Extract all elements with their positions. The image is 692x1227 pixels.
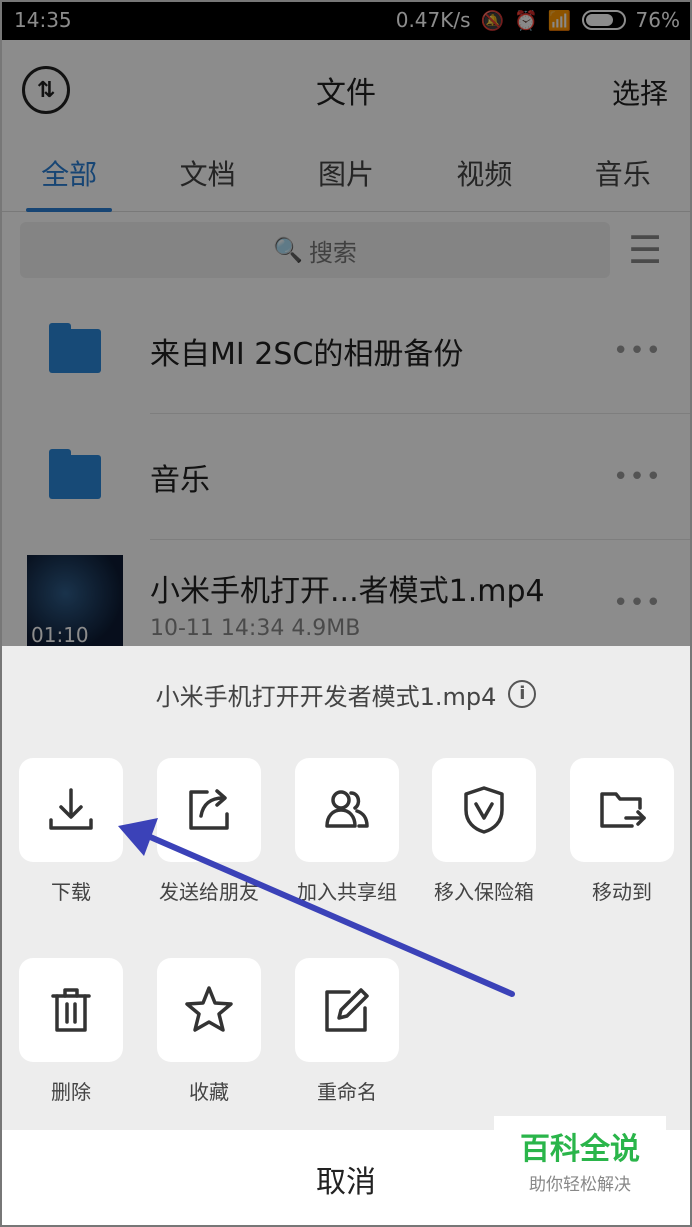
download-icon xyxy=(49,788,93,830)
move-to-safe-label: 移入保险箱 xyxy=(434,880,534,904)
send-to-friend-label: 发送给朋友 xyxy=(159,880,259,904)
join-share-group-action[interactable]: 加入共享组 xyxy=(295,758,399,905)
info-icon[interactable]: i xyxy=(508,680,537,708)
watermark-title: 百科全说 xyxy=(520,1132,640,1167)
shield-icon xyxy=(464,786,504,834)
star-icon xyxy=(185,986,233,1032)
watermark-logo: 百科全说 助你轻松解决 xyxy=(494,1116,666,1198)
move-to-safe-action[interactable]: 移入保险箱 xyxy=(432,758,536,905)
move-folder-icon xyxy=(600,792,646,828)
group-icon xyxy=(325,790,369,828)
rename-label: 重命名 xyxy=(317,1080,377,1104)
move-to-label: 移动到 xyxy=(592,880,652,904)
delete-label: 删除 xyxy=(51,1080,91,1104)
delete-action[interactable]: 删除 xyxy=(19,958,123,1105)
watermark-subtitle: 助你轻松解决 xyxy=(529,1175,631,1195)
favorite-action[interactable]: 收藏 xyxy=(157,958,261,1105)
download-label: 下载 xyxy=(51,880,91,904)
move-to-action[interactable]: 移动到 xyxy=(570,758,674,905)
rename-action[interactable]: 重命名 xyxy=(295,958,399,1105)
sheet-title: 小米手机打开开发者模式1.mp4 i xyxy=(0,646,692,742)
download-action[interactable]: 下载 xyxy=(19,758,123,905)
sheet-file-name: 小米手机打开开发者模式1.mp4 xyxy=(155,682,497,711)
edit-icon xyxy=(325,988,369,1032)
share-icon xyxy=(189,789,229,830)
send-to-friend-action[interactable]: 发送给朋友 xyxy=(157,758,261,905)
trash-icon xyxy=(51,988,91,1032)
favorite-label: 收藏 xyxy=(189,1080,229,1104)
join-share-group-label: 加入共享组 xyxy=(297,880,397,904)
